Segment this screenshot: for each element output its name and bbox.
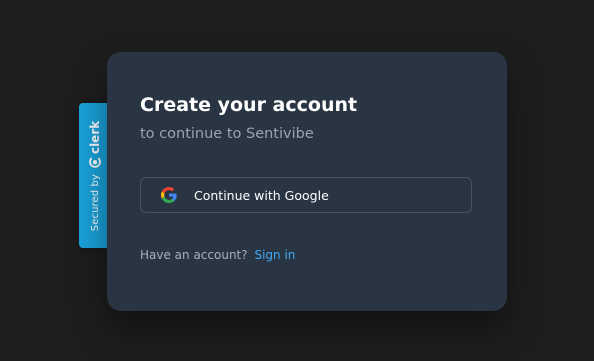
sign-up-card: Create your account to continue to Senti… xyxy=(107,52,507,311)
clerk-logo-icon xyxy=(89,157,101,168)
sign-in-link[interactable]: Sign in xyxy=(254,248,295,262)
badge-content: Secured by clerk xyxy=(88,120,102,230)
continue-with-google-button[interactable]: Continue with Google xyxy=(140,177,472,213)
google-button-label: Continue with Google xyxy=(194,187,329,203)
have-account-text: Have an account? xyxy=(140,248,248,262)
secured-by-label: Secured by xyxy=(89,173,101,231)
sign-in-prompt: Have an account? Sign in xyxy=(140,247,295,263)
google-icon xyxy=(161,187,177,203)
page-background: Secured by clerk Create your account to … xyxy=(0,0,594,361)
clerk-brand-text: clerk xyxy=(88,120,102,154)
card-subtitle: to continue to Sentivibe xyxy=(140,126,314,142)
card-title: Create your account xyxy=(140,94,358,116)
clerk-logo: clerk xyxy=(88,120,102,168)
